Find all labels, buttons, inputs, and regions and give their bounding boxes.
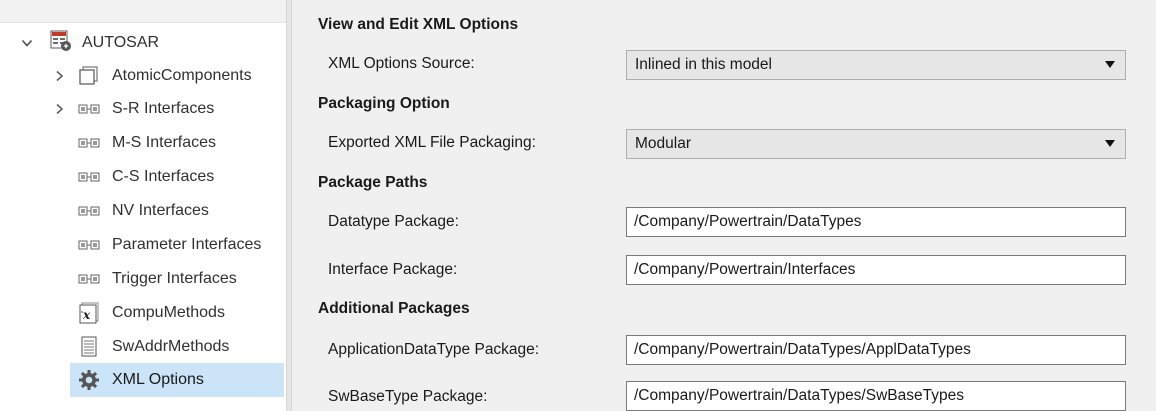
section-heading-packaging: Packaging Option [318,95,450,112]
application-datatype-package-label: ApplicationDataType Package: [328,341,540,358]
interface-icon [78,238,100,252]
autosar-tree-panel: AUTOSAR AtomicComponents S-R Interfaces … [0,0,286,411]
chevron-down-icon[interactable] [20,36,34,50]
interface-icon [78,170,100,184]
section-heading-additional: Additional Packages [318,300,470,317]
dropdown-value: Inlined in this model [635,56,772,73]
section-heading-view-edit: View and Edit XML Options [318,16,519,33]
interface-package-field[interactable] [626,255,1126,285]
tree-item-trigger-interfaces[interactable]: Trigger Interfaces [0,262,284,296]
dropdown-value: Modular [635,135,691,152]
datatype-package-label: Datatype Package: [328,213,459,230]
tree-item-cs-interfaces[interactable]: C-S Interfaces [0,160,284,194]
tree-item-label: AUTOSAR [82,34,160,51]
section-heading-package-paths: Package Paths [318,174,428,191]
xml-file-packaging-label: Exported XML File Packaging: [328,134,536,151]
tree-item-atomic-components[interactable]: AtomicComponents [0,59,284,93]
interface-icon [78,272,100,286]
datatype-package-field[interactable] [626,207,1126,237]
tree-item-compu-methods[interactable]: x CompuMethods [0,296,284,330]
tree-item-xml-options[interactable]: XML Options [70,363,284,397]
autosar-dictionary-icon [50,30,72,52]
tree-item-label: XML Options [112,371,204,388]
interface-icon [78,204,100,218]
tree-item-label: NV Interfaces [112,202,209,219]
xml-options-source-dropdown[interactable]: Inlined in this model [626,50,1126,80]
tree-item-label: Trigger Interfaces [112,270,237,287]
tree-item-autosar[interactable]: AUTOSAR [0,26,284,60]
document-icon [78,336,100,358]
xml-options-source-label: XML Options Source: [328,55,475,72]
dropdown-arrow-icon [1105,140,1115,147]
tree-item-sw-addr-methods[interactable]: SwAddrMethods [0,330,284,364]
chevron-right-icon[interactable] [52,102,66,116]
application-datatype-package-field[interactable] [626,335,1126,365]
tree-item-parameter-interfaces[interactable]: Parameter Interfaces [0,228,284,262]
tree-item-label: S-R Interfaces [112,100,215,117]
compu-method-icon: x [78,302,100,324]
tree-header-band [0,0,286,23]
swbase-type-package-label: SwBaseType Package: [328,388,488,405]
svg-text:x: x [82,308,91,322]
tree-item-nv-interfaces[interactable]: NV Interfaces [0,194,284,228]
dropdown-arrow-icon [1105,61,1115,68]
xml-file-packaging-dropdown[interactable]: Modular [626,129,1126,159]
tree-item-label: SwAddrMethods [112,338,230,355]
interface-icon [78,102,100,116]
tree-item-label: M-S Interfaces [112,134,217,151]
xml-options-panel: View and Edit XML Options XML Options So… [292,0,1156,411]
gear-icon [78,369,100,391]
interface-package-label: Interface Package: [328,261,458,278]
tree-item-label: Parameter Interfaces [112,236,262,253]
tree-item-label: CompuMethods [112,304,225,321]
component-box-icon [78,65,100,87]
tree-item-sr-interfaces[interactable]: S-R Interfaces [0,92,284,126]
swbase-type-package-field[interactable] [626,381,1126,411]
interface-icon [78,136,100,150]
tree-item-ms-interfaces[interactable]: M-S Interfaces [0,126,284,160]
chevron-right-icon[interactable] [52,69,66,83]
tree-item-label: C-S Interfaces [112,168,215,185]
tree-item-label: AtomicComponents [112,67,252,84]
